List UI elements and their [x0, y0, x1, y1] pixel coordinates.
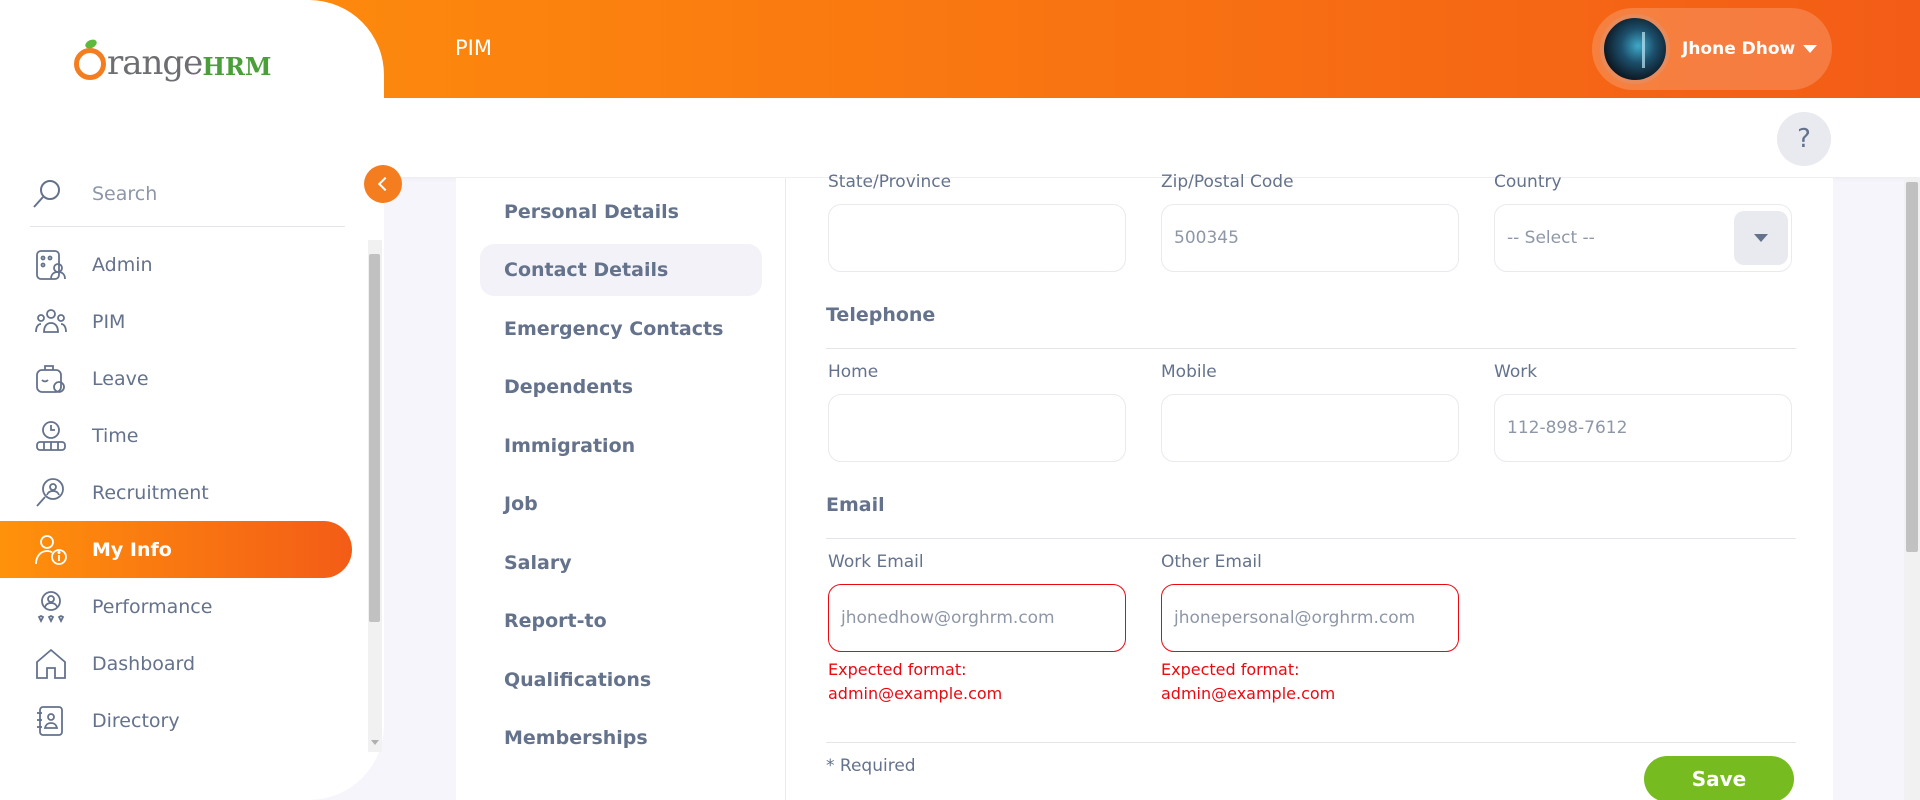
zip-postal-code-label: Zip/Postal Code	[1161, 172, 1294, 192]
avatar	[1600, 14, 1670, 84]
other-email-label: Other Email	[1161, 552, 1262, 572]
other-email-error: Expected format: admin@example.com	[1161, 658, 1461, 706]
tab-dependents[interactable]: Dependents	[480, 361, 762, 413]
search-label: Search	[92, 183, 158, 205]
country-select-value: -- Select --	[1507, 228, 1595, 248]
tab-job[interactable]: Job	[480, 478, 762, 530]
required-note: * Required	[826, 756, 916, 776]
caret-down-icon	[1803, 45, 1818, 53]
tab-immigration[interactable]: Immigration	[480, 420, 762, 472]
work-phone-label: Work	[1494, 362, 1538, 382]
admin-icon	[34, 248, 68, 282]
tab-salary[interactable]: Salary	[480, 537, 762, 589]
sidebar-item-leave[interactable]: Leave	[0, 350, 352, 407]
contact-details-card: Personal Details Contact Details Emergen…	[456, 172, 1833, 800]
telephone-section-title: Telephone	[826, 304, 936, 326]
work-email-error-line2: admin@example.com	[828, 684, 1003, 703]
contact-details-form: State/Province Zip/Postal Code 500345 Co…	[826, 172, 1826, 800]
module-title: PIM	[455, 36, 492, 60]
search-icon	[30, 177, 64, 211]
save-button[interactable]: Save	[1644, 756, 1794, 800]
sidebar-item-pim[interactable]: PIM	[0, 293, 352, 350]
collapse-sidebar-button[interactable]	[364, 165, 402, 203]
home-phone-input[interactable]	[828, 394, 1126, 462]
form-footer-divider	[826, 742, 1796, 743]
other-email-error-line1: Expected format:	[1161, 660, 1300, 679]
my-info-icon	[34, 533, 68, 567]
leave-icon	[34, 362, 68, 396]
work-email-input[interactable]: jhonedhow@orghrm.com	[828, 584, 1126, 652]
sidebar-item-time[interactable]: Time	[0, 407, 352, 464]
pim-icon	[34, 305, 68, 339]
performance-icon	[34, 590, 68, 624]
sidebar-item-label: Leave	[92, 367, 149, 390]
logo-text-main: range	[107, 43, 203, 83]
zip-postal-code-input[interactable]: 500345	[1161, 204, 1459, 272]
telephone-divider	[826, 348, 1796, 349]
directory-icon	[34, 704, 68, 738]
sidebar-item-recruitment[interactable]: Recruitment	[0, 464, 352, 521]
other-email-error-line2: admin@example.com	[1161, 684, 1336, 703]
sidebar-item-label: Time	[92, 424, 139, 447]
help-button[interactable]: ?	[1777, 112, 1831, 166]
tab-qualifications[interactable]: Qualifications	[480, 654, 762, 706]
sidebar-item-label: My Info	[92, 538, 172, 561]
mobile-phone-label: Mobile	[1161, 362, 1217, 382]
page-scrollbar-thumb[interactable]	[1906, 182, 1918, 552]
other-email-input[interactable]: jhonepersonal@orghrm.com	[1161, 584, 1459, 652]
tab-personal-details[interactable]: Personal Details	[480, 186, 762, 238]
orangehrm-logo: range HRM	[74, 46, 272, 80]
tab-report-to[interactable]: Report-to	[480, 595, 762, 647]
sidebar-item-my-info[interactable]: My Info	[0, 521, 352, 578]
sidebar-item-dashboard[interactable]: Dashboard	[0, 635, 352, 692]
user-name: Jhone Dhow	[1682, 39, 1796, 59]
sidebar-menu: Admin PIM Leave Time Recruitment My Info…	[0, 236, 352, 749]
sidebar-item-directory[interactable]: Directory	[0, 692, 352, 749]
state-province-input[interactable]	[828, 204, 1126, 272]
sidebar-search[interactable]: Search	[30, 162, 345, 227]
home-phone-label: Home	[828, 362, 879, 382]
chevron-left-icon	[377, 176, 393, 192]
mobile-phone-input[interactable]	[1161, 394, 1459, 462]
user-dropdown[interactable]: Jhone Dhow	[1592, 8, 1832, 90]
time-icon	[34, 419, 68, 453]
work-email-error: Expected format: admin@example.com	[828, 658, 1128, 706]
email-divider	[826, 538, 1796, 539]
sidebar-item-performance[interactable]: Performance	[0, 578, 352, 635]
scroll-down-arrow-icon[interactable]	[371, 740, 379, 745]
employee-tabs: Personal Details Contact Details Emergen…	[456, 178, 786, 800]
sidebar-item-admin[interactable]: Admin	[0, 236, 352, 293]
sidebar-item-label: PIM	[92, 310, 126, 333]
country-select[interactable]: -- Select --	[1494, 204, 1792, 272]
tab-emergency-contacts[interactable]: Emergency Contacts	[480, 303, 762, 355]
tab-contact-details[interactable]: Contact Details	[480, 244, 762, 296]
tab-memberships[interactable]: Memberships	[480, 712, 762, 764]
sidebar-scrollbar-thumb[interactable]	[369, 254, 380, 622]
logo-text-hrm: HRM	[202, 52, 272, 81]
state-province-label: State/Province	[828, 172, 952, 192]
work-email-error-line1: Expected format:	[828, 660, 967, 679]
sidebar: range HRM Search Admin PIM Leave Time Re…	[0, 0, 384, 800]
sidebar-item-label: Admin	[92, 253, 153, 276]
sidebar-item-label: Dashboard	[92, 652, 196, 675]
dropdown-arrow-icon[interactable]	[1734, 211, 1788, 265]
dashboard-icon	[34, 647, 68, 681]
work-email-label: Work Email	[828, 552, 924, 572]
country-label: Country	[1494, 172, 1562, 192]
sidebar-item-label: Recruitment	[92, 481, 209, 504]
recruitment-icon	[34, 476, 68, 510]
orange-logo-mark-icon	[74, 48, 106, 80]
email-section-title: Email	[826, 494, 885, 516]
work-phone-input[interactable]: 112-898-7612	[1494, 394, 1792, 462]
sidebar-item-label: Directory	[92, 709, 180, 732]
sidebar-item-label: Performance	[92, 595, 213, 618]
